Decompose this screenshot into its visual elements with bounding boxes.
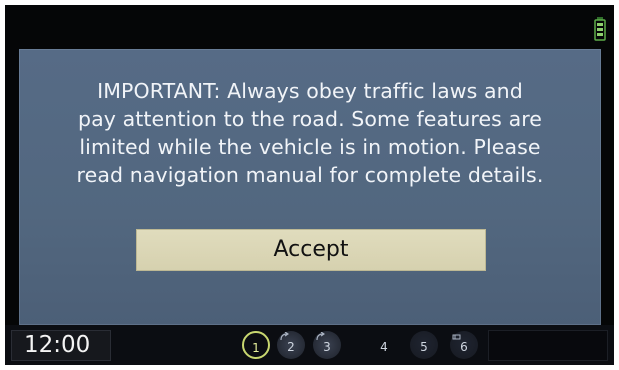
- preset-number: 1: [252, 341, 260, 355]
- preset-2-button[interactable]: 2: [277, 331, 305, 359]
- message-line: read navigation manual for complete deta…: [76, 163, 544, 187]
- preset-1-button[interactable]: 1: [242, 331, 270, 359]
- safety-warning-dialog: IMPORTANT: Always obey traffic laws and …: [19, 49, 601, 325]
- preset-number: 4: [380, 340, 388, 354]
- message-line: limited while the vehicle is in motion. …: [79, 135, 541, 159]
- warning-message: IMPORTANT: Always obey traffic laws and …: [29, 77, 591, 189]
- preset-number: 2: [287, 340, 295, 354]
- status-bar: 12:00 1 2 3 4 5 6: [5, 325, 614, 365]
- message-line: pay attention to the road. Some features…: [77, 107, 543, 131]
- preset-6-button[interactable]: 6: [450, 331, 478, 359]
- preset-number: 6: [460, 340, 468, 354]
- accept-button[interactable]: Accept: [136, 229, 486, 271]
- status-info-slot: [488, 330, 608, 361]
- preset-3-button[interactable]: 3: [313, 331, 341, 359]
- preset-5-button[interactable]: 5: [410, 331, 438, 359]
- preset-number: 3: [323, 340, 331, 354]
- message-line: IMPORTANT: Always obey traffic laws and: [97, 79, 523, 103]
- head-unit-screen: IMPORTANT: Always obey traffic laws and …: [5, 5, 614, 365]
- clock-display: 12:00: [11, 330, 111, 361]
- preset-4-button[interactable]: 4: [370, 331, 398, 359]
- preset-number: 5: [420, 340, 428, 354]
- signal-status-icon: [594, 17, 606, 41]
